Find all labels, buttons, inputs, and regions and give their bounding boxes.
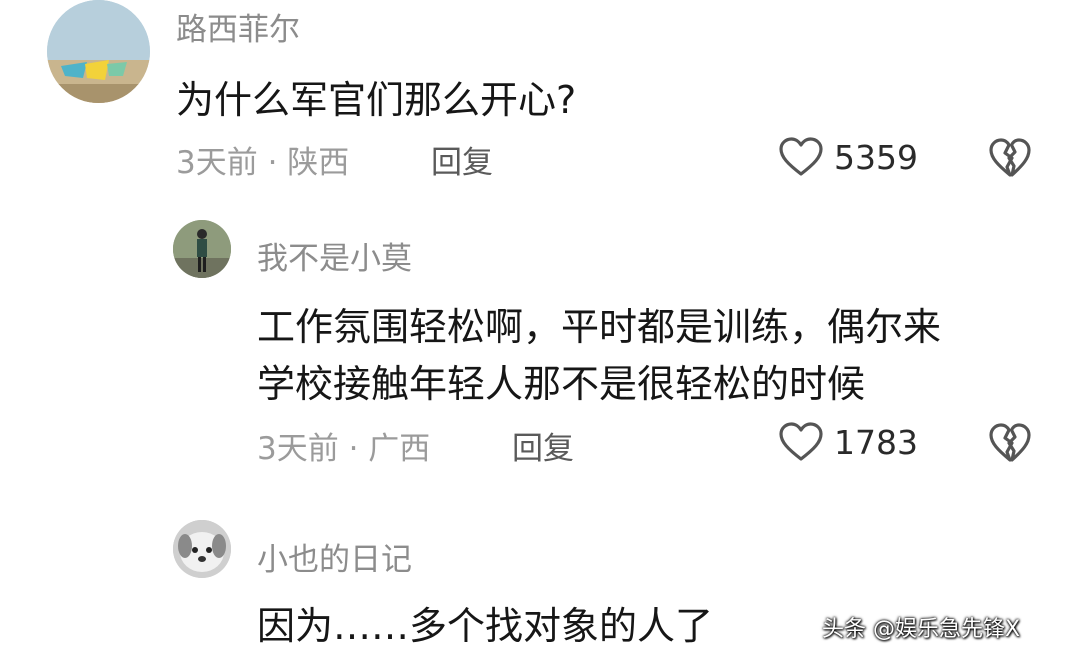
heart-outline-icon bbox=[779, 422, 823, 461]
comment-text-line2: 学校接触年轻人那不是很轻松的时候 bbox=[257, 362, 866, 406]
dislike-button[interactable] bbox=[988, 422, 1032, 468]
broken-heart-icon bbox=[989, 423, 1031, 462]
avatar-xiaoyederiji[interactable] bbox=[173, 520, 231, 578]
comment-username[interactable]: 我不是小莫 bbox=[257, 233, 412, 278]
comment-username[interactable]: 路西菲尔 bbox=[176, 4, 300, 49]
like-button[interactable]: 5359 bbox=[778, 136, 918, 178]
comment-text: 因为……多个找对象的人了 bbox=[257, 604, 714, 648]
comment-text-line1: 工作氛围轻松啊，平时都是训练，偶尔来 bbox=[257, 305, 942, 349]
heart-outline-icon bbox=[779, 137, 823, 176]
comment-meta: 3天前 · 广西 bbox=[257, 431, 431, 467]
watermark: 头条 @娱乐急先锋X bbox=[822, 617, 1021, 642]
comment-meta: 3天前 · 陕西 bbox=[176, 145, 350, 181]
like-button[interactable]: 1783 bbox=[778, 421, 918, 463]
comment-username[interactable]: 小也的日记 bbox=[257, 534, 412, 579]
reply-button[interactable]: 回复 bbox=[512, 423, 574, 468]
avatar-image bbox=[47, 0, 150, 103]
dislike-button[interactable] bbox=[988, 137, 1032, 183]
comment-text: 为什么军官们那么开心? bbox=[176, 78, 577, 122]
avatar-luxifeier[interactable] bbox=[47, 0, 150, 103]
avatar-image bbox=[173, 520, 231, 578]
reply-button[interactable]: 回复 bbox=[431, 137, 493, 182]
broken-heart-icon bbox=[989, 138, 1031, 177]
like-count: 1783 bbox=[834, 422, 918, 462]
avatar-image bbox=[173, 220, 231, 278]
avatar-woshibuxiaomo[interactable] bbox=[173, 220, 231, 278]
like-count: 5359 bbox=[834, 137, 918, 177]
